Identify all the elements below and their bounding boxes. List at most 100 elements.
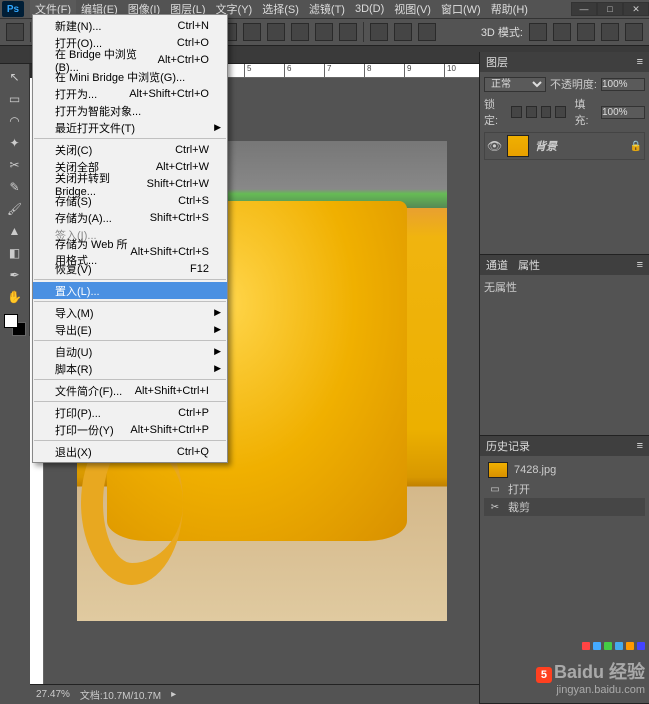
move-tool[interactable]: ↖: [3, 66, 27, 88]
lock-icon: 🔒: [630, 141, 642, 152]
hand-tool[interactable]: ✋: [3, 286, 27, 308]
lasso-tool[interactable]: ◠: [3, 110, 27, 132]
color-swatch[interactable]: [4, 314, 26, 336]
opt-icon[interactable]: [315, 23, 333, 41]
opt-icon[interactable]: [553, 23, 571, 41]
menu-window[interactable]: 窗口(W): [436, 0, 486, 18]
blend-mode-select[interactable]: 正常: [484, 77, 546, 92]
opacity-label: 不透明度:: [550, 76, 597, 92]
file-menu-item[interactable]: 脚本(R)▶: [33, 360, 227, 377]
history-snapshot[interactable]: 7428.jpg: [484, 460, 645, 480]
zoom-level[interactable]: 27.47%: [36, 689, 70, 700]
no-properties-label: 无属性: [484, 279, 645, 295]
file-menu-dropdown: 新建(N)...Ctrl+N打开(O)...Ctrl+O在 Bridge 中浏览…: [32, 14, 228, 463]
menu-help[interactable]: 帮助(H): [486, 0, 533, 18]
eraser-tool[interactable]: ◧: [3, 242, 27, 264]
watermark: 5Baidu 经验 jingyan.baidu.com: [536, 658, 645, 696]
chevron-right-icon[interactable]: ▸: [171, 689, 176, 700]
menu-view[interactable]: 视图(V): [389, 0, 436, 18]
opt-icon[interactable]: [625, 23, 643, 41]
file-menu-item[interactable]: 最近打开文件(T)▶: [33, 119, 227, 136]
properties-tab[interactable]: 属性: [518, 257, 540, 273]
history-item[interactable]: ▭ 打开: [484, 480, 645, 498]
fill-label: 填充:: [574, 96, 597, 128]
opt-icon[interactable]: [577, 23, 595, 41]
snapshot-label: 7428.jpg: [514, 464, 556, 476]
file-menu-item[interactable]: 退出(X)Ctrl+Q: [33, 443, 227, 460]
crop-tool[interactable]: ✂: [3, 154, 27, 176]
lock-icon[interactable]: [555, 106, 566, 118]
menu-select[interactable]: 选择(S): [257, 0, 304, 18]
opt-icon[interactable]: [529, 23, 547, 41]
file-menu-item[interactable]: 文件简介(F)...Alt+Shift+Ctrl+I: [33, 382, 227, 399]
lock-icon[interactable]: [526, 106, 537, 118]
file-menu-item[interactable]: 打印(P)...Ctrl+P: [33, 404, 227, 421]
layer-row[interactable]: 👁 背景 🔒: [484, 132, 645, 160]
history-item[interactable]: ✂ 裁剪: [484, 498, 645, 516]
wand-tool[interactable]: ✦: [3, 132, 27, 154]
channels-tab[interactable]: 通道: [486, 257, 508, 273]
layer-name[interactable]: 背景: [535, 138, 624, 154]
crop-icon: ✂: [488, 500, 502, 514]
close-button[interactable]: ✕: [623, 2, 649, 16]
opt-icon[interactable]: [370, 23, 388, 41]
file-menu-item[interactable]: 在 Bridge 中浏览(B)...Alt+Ctrl+O: [33, 51, 227, 68]
file-menu-item[interactable]: 置入(L)...: [33, 282, 227, 299]
file-menu-item[interactable]: 新建(N)...Ctrl+N: [33, 17, 227, 34]
file-menu-item[interactable]: 关闭并转到 Bridge...Shift+Ctrl+W: [33, 175, 227, 192]
opt-icon[interactable]: [267, 23, 285, 41]
stamp-tool[interactable]: ▲: [3, 220, 27, 242]
tool-preset-icon[interactable]: [6, 23, 24, 41]
open-icon: ▭: [488, 482, 502, 496]
snapshot-thumb: [488, 462, 508, 478]
eyedropper-tool[interactable]: ✎: [3, 176, 27, 198]
opt-icon[interactable]: [418, 23, 436, 41]
lock-icon[interactable]: [511, 106, 522, 118]
menu-3d[interactable]: 3D(D): [350, 2, 389, 16]
marquee-tool[interactable]: ▭: [3, 88, 27, 110]
file-menu-item[interactable]: 存储(S)Ctrl+S: [33, 192, 227, 209]
history-label: 打开: [508, 481, 530, 497]
file-menu-item[interactable]: 打印一份(Y)Alt+Shift+Ctrl+P: [33, 421, 227, 438]
history-tab[interactable]: 历史记录: [486, 438, 530, 454]
layers-tab[interactable]: 图层: [486, 54, 508, 70]
minimize-button[interactable]: —: [571, 2, 597, 16]
file-menu-item[interactable]: 存储为 Web 所用格式...Alt+Shift+Ctrl+S: [33, 243, 227, 260]
3d-mode-label: 3D 模式:: [481, 24, 523, 40]
opt-icon[interactable]: [339, 23, 357, 41]
panel-menu-icon[interactable]: ≡: [637, 56, 643, 68]
layers-panel: 图层 ≡ 正常 不透明度: 锁定: 填充: 👁 背景 🔒: [480, 52, 649, 255]
layer-thumb: [507, 135, 529, 157]
file-menu-item[interactable]: 自动(U)▶: [33, 343, 227, 360]
panel-menu-icon[interactable]: ≡: [637, 259, 643, 271]
pen-tool[interactable]: ✒: [3, 264, 27, 286]
file-menu-item[interactable]: 打开为...Alt+Shift+Ctrl+O: [33, 85, 227, 102]
opacity-field[interactable]: [601, 78, 645, 91]
opt-icon[interactable]: [394, 23, 412, 41]
maximize-button[interactable]: □: [597, 2, 623, 16]
fill-field[interactable]: [601, 106, 645, 119]
opt-icon[interactable]: [291, 23, 309, 41]
document-info[interactable]: 文档:10.7M/10.7M: [80, 687, 161, 702]
menu-filter[interactable]: 滤镜(T): [304, 0, 350, 18]
panels: 图层 ≡ 正常 不透明度: 锁定: 填充: 👁 背景 🔒: [479, 52, 649, 704]
lock-icon[interactable]: [541, 106, 552, 118]
file-menu-item[interactable]: 导入(M)▶: [33, 304, 227, 321]
app-icon: Ps: [2, 1, 24, 17]
lock-label: 锁定:: [484, 96, 507, 128]
brush-tool[interactable]: 🖌: [3, 198, 27, 220]
file-menu-item[interactable]: 恢复(V)F12: [33, 260, 227, 277]
file-menu-item[interactable]: 在 Mini Bridge 中浏览(G)...: [33, 68, 227, 85]
watermark-dots: [582, 642, 645, 650]
file-menu-item[interactable]: 存储为(A)...Shift+Ctrl+S: [33, 209, 227, 226]
status-bar: 27.47% 文档:10.7M/10.7M ▸: [30, 684, 479, 704]
panel-menu-icon[interactable]: ≡: [637, 440, 643, 452]
file-menu-item[interactable]: 打开为智能对象...: [33, 102, 227, 119]
opt-icon[interactable]: [243, 23, 261, 41]
properties-panel: 通道属性 ≡ 无属性: [480, 255, 649, 436]
file-menu-item[interactable]: 关闭(C)Ctrl+W: [33, 141, 227, 158]
file-menu-item[interactable]: 导出(E)▶: [33, 321, 227, 338]
history-label: 裁剪: [508, 499, 530, 515]
opt-icon[interactable]: [601, 23, 619, 41]
visibility-icon[interactable]: 👁: [487, 139, 501, 153]
